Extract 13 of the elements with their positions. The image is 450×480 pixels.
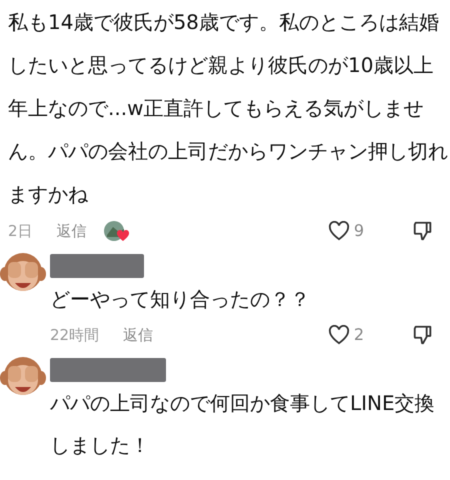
like-count: 2 [354, 324, 364, 346]
like-count: 9 [354, 220, 364, 242]
reply-link[interactable]: 返信 [123, 324, 154, 346]
reply-text: どーやって知り合ったの？？ [50, 286, 311, 313]
comment-text: 私も14歳で彼氏が58歳です。私のところは結婚したいと思ってるけど親より彼氏のが10歳以上年上なので...w正直許してもらえる気がしません。パパの会社の上司だからワンチャン押し切れますかね [8, 9, 449, 208]
like-icon[interactable] [328, 221, 350, 241]
reply-link[interactable]: 返信 [56, 220, 87, 242]
like-icon[interactable] [328, 325, 350, 345]
dislike-icon[interactable] [412, 220, 434, 242]
timestamp: 2日 [8, 220, 33, 242]
timestamp: 22時間 [50, 324, 100, 346]
reply-text: パパの上司なので何回か食事してLINE交換しました！ [50, 390, 436, 459]
dislike-icon[interactable] [412, 324, 434, 346]
